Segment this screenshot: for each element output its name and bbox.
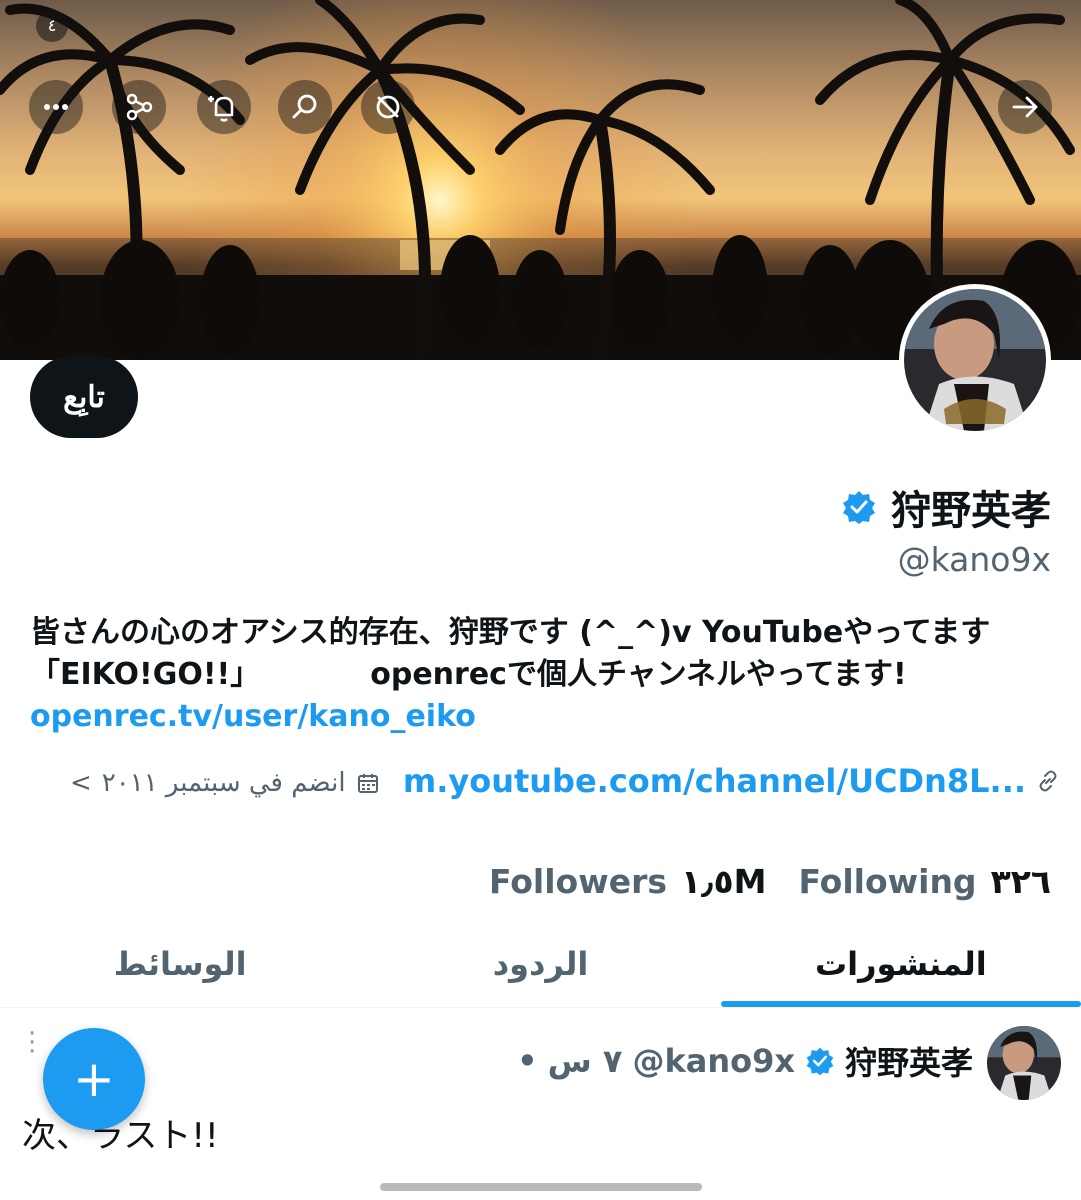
tab-posts[interactable]: المنشورات [720, 920, 1081, 1007]
following-label[interactable]: Following [798, 862, 976, 901]
status-indicator-icon: ٤ [36, 10, 68, 42]
post-header: • ٧ س @kano9x 狩野英孝 [517, 1038, 973, 1084]
search-button[interactable] [278, 80, 332, 134]
profile-meta-row: < انضم في سبتمبر ٢٠١١ m.youtube.com/chan… [70, 760, 1060, 810]
follow-button[interactable]: تابِع [30, 356, 138, 438]
website-link[interactable]: m.youtube.com/channel/UCDn8L... [403, 762, 1060, 800]
profile-avatar[interactable] [899, 284, 1051, 436]
more-options-button[interactable] [29, 80, 83, 134]
notify-icon [208, 96, 234, 122]
share-icon [126, 93, 153, 121]
refresh-button[interactable] [361, 80, 415, 134]
share-button[interactable] [112, 80, 166, 134]
website-url[interactable]: m.youtube.com/channel/UCDn8L... [403, 762, 1026, 800]
bio-link[interactable]: openrec.tv/user/kano_eiko [30, 699, 476, 734]
notifications-button[interactable] [197, 80, 251, 134]
tab-replies[interactable]: الردود [360, 920, 720, 1007]
search-icon [292, 94, 317, 119]
post-avatar-image [987, 1026, 1061, 1100]
profile-tabs: المنشورات الردود الوسائط [0, 920, 1081, 1008]
post-author-avatar[interactable] [987, 1026, 1061, 1100]
tab-media[interactable]: الوسائط [0, 920, 360, 1007]
profile-bio: 皆さんの心のオアシス的存在、狩野です (^_^)v YouTubeやってます「E… [30, 612, 1050, 738]
post-separator: • [517, 1042, 538, 1080]
profile-banner[interactable]: ٤ [0, 0, 1081, 360]
followers-count[interactable]: ١٫٥M [681, 862, 766, 901]
profile-name-row: 狩野英孝 [841, 478, 1051, 536]
sunset-palm-image [0, 0, 1081, 360]
avatar-image [904, 289, 1046, 431]
more-icon [44, 104, 68, 110]
verified-badge-icon [843, 491, 875, 524]
post-drag-handle-icon[interactable]: · · · [28, 1021, 36, 1065]
compose-button[interactable]: + [43, 1028, 145, 1130]
link-icon [1039, 770, 1057, 792]
profile-handle: @kano9x [897, 540, 1051, 579]
bio-text-2: openrecで個人チャンネルやってます! [370, 657, 907, 692]
post-time[interactable]: ٧ س [548, 1042, 623, 1080]
post-author-name[interactable]: 狩野英孝 [845, 1038, 973, 1084]
display-name: 狩野英孝 [891, 488, 1051, 534]
refresh-icon [376, 95, 400, 119]
following-count[interactable]: ٣٢٦ [991, 862, 1051, 901]
home-indicator[interactable] [380, 1183, 702, 1191]
follow-counts: Followers ١٫٥M Following ٣٢٦ [489, 862, 1051, 901]
post-handle[interactable]: @kano9x [632, 1042, 795, 1080]
chevron-left-icon[interactable]: < [70, 768, 92, 798]
post-verified-badge-icon [806, 1047, 834, 1076]
followers-label[interactable]: Followers [489, 862, 667, 901]
joined-date: < انضم في سبتمبر ٢٠١١ [70, 768, 380, 798]
back-arrow-icon [1012, 96, 1038, 118]
calendar-icon [357, 774, 378, 793]
joined-text: انضم في سبتمبر ٢٠١١ [101, 768, 346, 798]
back-button[interactable] [998, 80, 1052, 134]
